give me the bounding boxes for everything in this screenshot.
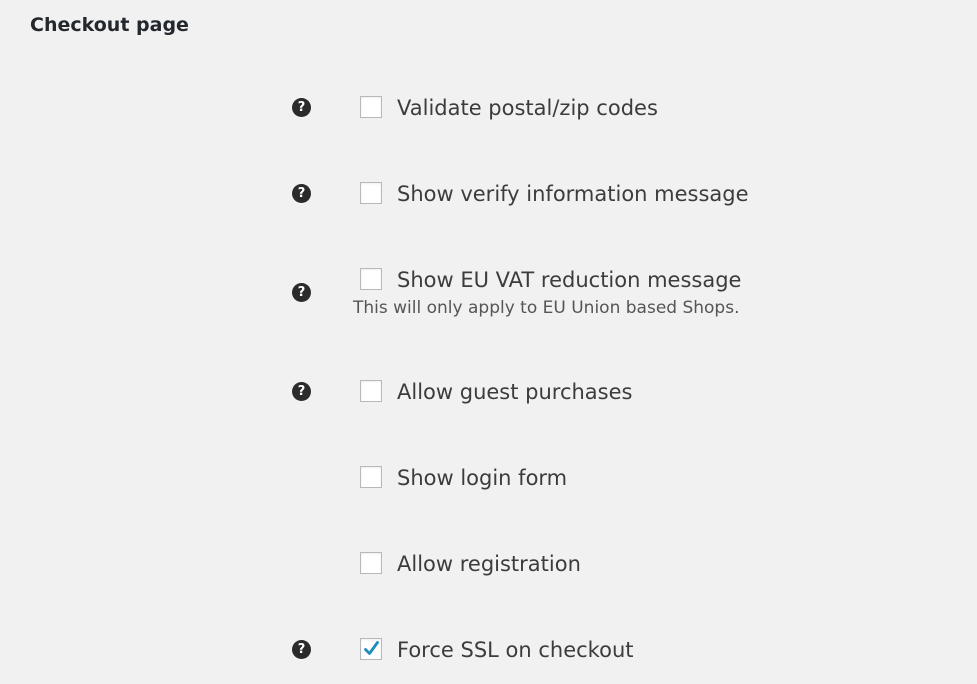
option-force-ssl: ? Force SSL on checkout [0,632,977,672]
show-login-form-label[interactable]: Show login form [397,464,567,492]
help-question-icon[interactable]: ? [292,382,311,401]
option-validate-postal: ? Validate postal/zip codes [0,90,977,130]
help-question-icon[interactable]: ? [292,184,311,203]
allow-guest-purchases-label[interactable]: Allow guest purchases [397,378,632,406]
help-question-icon[interactable]: ? [292,283,311,302]
force-ssl-label[interactable]: Force SSL on checkout [397,636,634,664]
allow-registration-checkbox[interactable] [360,552,382,574]
show-verify-info-label[interactable]: Show verify information message [397,180,749,208]
option-show-login-form: Show login form [0,460,977,500]
show-verify-info-checkbox[interactable] [360,182,382,204]
option-allow-registration: Allow registration [0,546,977,586]
option-allow-guest-purchases: ? Allow guest purchases [0,374,977,414]
eu-vat-description: This will only apply to EU Union based S… [353,298,740,318]
section-title: Checkout page [30,14,189,36]
option-show-verify-info: ? Show verify information message [0,176,977,216]
help-question-icon[interactable]: ? [292,640,311,659]
validate-postal-label[interactable]: Validate postal/zip codes [397,94,658,122]
allow-registration-label[interactable]: Allow registration [397,550,581,578]
force-ssl-checkbox[interactable] [360,638,382,660]
validate-postal-checkbox[interactable] [360,96,382,118]
show-eu-vat-checkbox[interactable] [360,268,382,290]
checkmark-icon [364,641,379,655]
allow-guest-purchases-checkbox[interactable] [360,380,382,402]
show-login-form-checkbox[interactable] [360,466,382,488]
show-eu-vat-label[interactable]: Show EU VAT reduction message [397,266,741,294]
help-question-icon[interactable]: ? [292,98,311,117]
